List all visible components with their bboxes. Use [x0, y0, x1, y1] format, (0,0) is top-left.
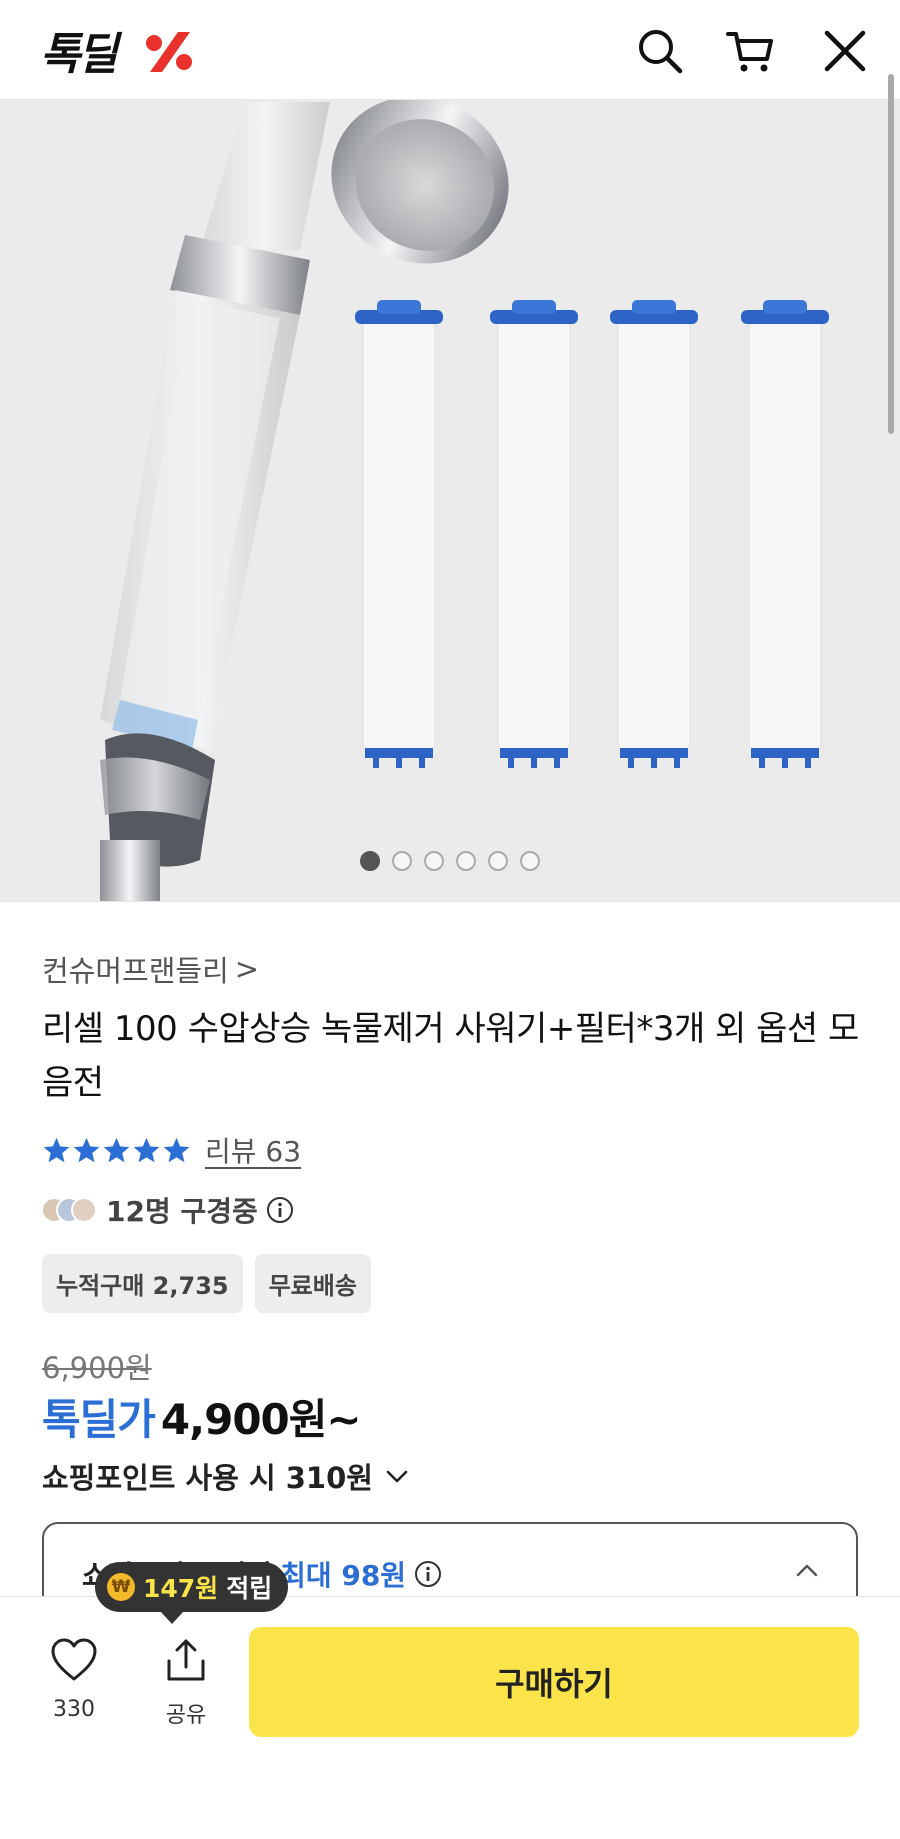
star-icon [103, 1137, 130, 1162]
points-usage-toggle[interactable]: 쇼핑포인트 사용 시 310원 [42, 1455, 411, 1497]
product-title: 리셀 100 수압상승 녹물제거 사워기+필터*3개 외 옵션 모음전 [42, 1009, 859, 1103]
bottom-action-bar: 330 공유 구매하기 [0, 1596, 900, 1839]
pagination-dot[interactable] [424, 851, 444, 871]
scrollbar-thumb[interactable] [888, 74, 894, 434]
cart-icon[interactable] [725, 26, 775, 76]
product-image [100, 100, 829, 901]
points-usage-text: 쇼핑포인트 사용 시 310원 [42, 1461, 373, 1495]
search-icon[interactable] [635, 26, 685, 76]
viewer-avatar [71, 1197, 97, 1223]
star-icon [133, 1137, 160, 1162]
info-icon[interactable] [414, 1560, 442, 1588]
viewers-indicator: 12명 구경중 [42, 1190, 294, 1230]
close-icon[interactable] [820, 26, 870, 76]
star-icon [43, 1137, 70, 1162]
share-icon [167, 1639, 205, 1681]
product-image-gallery[interactable] [0, 100, 900, 902]
viewers-text: 12명 구경중 [106, 1195, 258, 1228]
logo-percent-mark [146, 32, 192, 72]
star-rating [42, 1136, 191, 1165]
gallery-pagination [360, 851, 540, 871]
share-button[interactable]: 공유 [156, 1637, 216, 1729]
buy-button[interactable]: 구매하기 [249, 1627, 859, 1737]
pagination-dot[interactable] [360, 851, 380, 871]
deal-price: 4,900원~ [160, 1395, 362, 1444]
top-header: 톡딜 [0, 0, 900, 100]
chevron-right-icon: > [234, 952, 260, 986]
heart-icon [51, 1638, 97, 1681]
pagination-dot[interactable] [520, 851, 540, 871]
original-price: 6,900원 [42, 1351, 152, 1385]
star-icon [163, 1137, 190, 1162]
tag-cumulative-purchases: 누적구매 2,735 [42, 1254, 243, 1313]
logo-text: 톡딜 [40, 29, 118, 80]
star-icon [73, 1137, 100, 1162]
review-link[interactable]: 리뷰 63 [205, 1130, 301, 1170]
points-earn-tooltip: ₩ 147원 적립 [95, 1562, 289, 1624]
pagination-dot[interactable] [392, 851, 412, 871]
deal-label: 톡딜가 [42, 1395, 156, 1444]
chevron-down-icon [386, 1470, 408, 1483]
talkdeal-logo[interactable]: 톡딜 [40, 22, 192, 80]
tag-free-shipping: 무료배송 [254, 1254, 371, 1313]
pagination-dot[interactable] [456, 851, 476, 871]
info-icon[interactable] [266, 1196, 294, 1224]
like-button[interactable]: 330 [44, 1637, 104, 1722]
share-label: 공유 [165, 1703, 207, 1728]
like-count: 330 [53, 1697, 95, 1722]
brand-link[interactable]: 컨슈머프랜들리 > [42, 948, 259, 990]
tooltip-suffix: 적립 [226, 1574, 273, 1603]
product-tags: 누적구매 2,735 무료배송 [42, 1254, 371, 1313]
rating-row: 리뷰 63 [42, 1130, 301, 1170]
brand-name: 컨슈머프랜들리 [42, 954, 229, 988]
viewer-avatars [42, 1197, 97, 1223]
filter-cartridges [355, 300, 829, 768]
pagination-dot[interactable] [488, 851, 508, 871]
accordion-highlight: 최대 98원 [280, 1559, 407, 1592]
tooltip-amount: 147원 [143, 1574, 219, 1603]
chevron-up-icon[interactable] [794, 1558, 820, 1584]
price-row: 톡딜가 4,900원~ [42, 1386, 362, 1447]
coin-icon: ₩ [107, 1573, 135, 1601]
